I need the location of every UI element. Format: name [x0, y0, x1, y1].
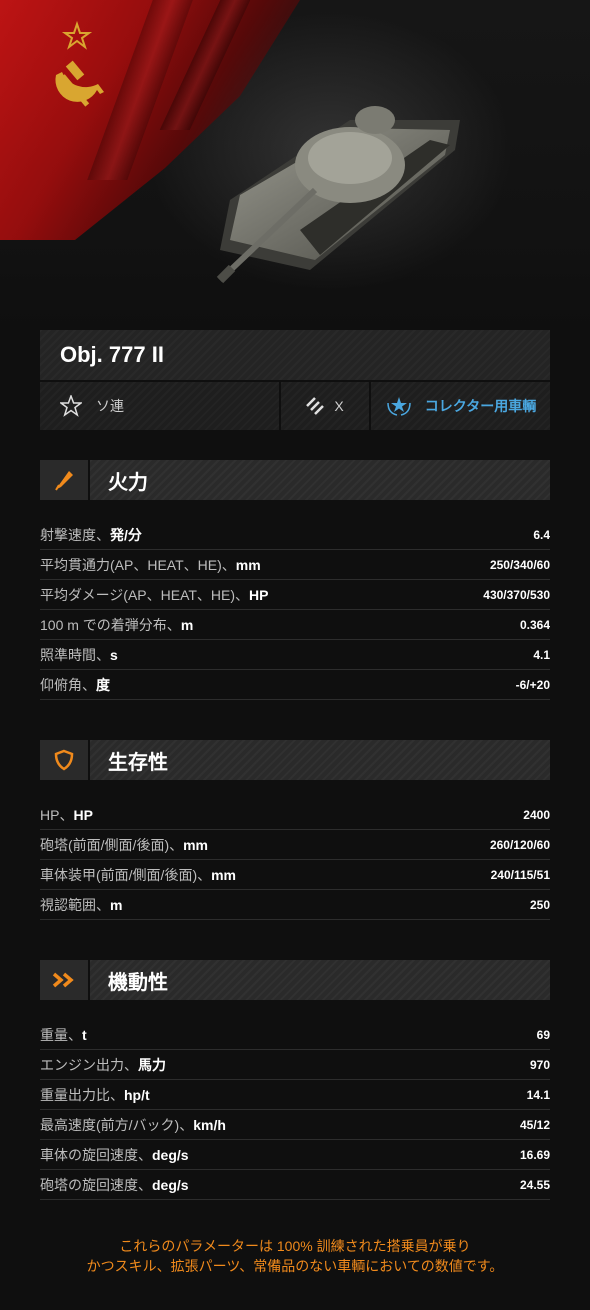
stat-row: 射撃速度、発/分 6.4 — [40, 520, 550, 550]
nation-label: ソ連 — [96, 398, 124, 414]
stat-row: 砲塔(前面/側面/後面)、mm 260/120/60 — [40, 830, 550, 860]
stat-row: 車体装甲(前面/側面/後面)、mm 240/115/51 — [40, 860, 550, 890]
section-firepower: 火力 射撃速度、発/分 6.4 平均貫通力(AP、HEAT、HE)、mm 250/3… — [40, 460, 550, 700]
section-title: 機動性 — [90, 960, 550, 1000]
vehicle-info-card: Obj. 777 II ソ連 X コレクター用車輌 — [40, 330, 550, 430]
vehicle-type-label: コレクター用車輌 — [424, 398, 537, 414]
stat-row: 重量、t 69 — [40, 1020, 550, 1050]
double-chevron-icon — [52, 972, 74, 988]
nation-cell: ソ連 — [40, 382, 279, 430]
stat-row: 視認範囲、m 250 — [40, 890, 550, 920]
firepower-icon — [55, 471, 73, 491]
vehicle-name: Obj. 777 II — [40, 330, 550, 380]
stat-row: 最高速度(前方/バック)、km/h 45/12 — [40, 1110, 550, 1140]
stat-row: HP、HP 2400 — [40, 800, 550, 830]
section-title: 火力 — [90, 460, 550, 500]
footnote-line-1: これらのパラメーターは 100% 訓練された搭乗員が乗り — [119, 1238, 471, 1254]
tier-label: X — [334, 398, 344, 414]
stat-row: 車体の旋回速度、deg/s 16.69 — [40, 1140, 550, 1170]
parameters-footnote: これらのパラメーターは 100% 訓練された搭乗員が乗り かつスキル、拡張パーツ… — [0, 1236, 590, 1276]
stat-row: 砲塔の旋回速度、deg/s 24.55 — [40, 1170, 550, 1200]
stat-row: エンジン出力、馬力 970 — [40, 1050, 550, 1080]
section-title: 生存性 — [90, 740, 550, 780]
stat-row: 平均貫通力(AP、HEAT、HE)、mm 250/340/60 — [40, 550, 550, 580]
collector-vehicle-icon — [387, 397, 411, 416]
stat-row: 平均ダメージ(AP、HEAT、HE)、HP 430/370/530 — [40, 580, 550, 610]
star-icon — [60, 395, 82, 417]
stat-row: 照準時間、s 4.1 — [40, 640, 550, 670]
footnote-line-2: かつスキル、拡張パーツ、常備品のない車輌においての数値です。 — [86, 1258, 504, 1274]
hero-image — [0, 0, 590, 330]
tier-cell: X — [281, 382, 369, 430]
section-mobility: 機動性 重量、t 69 エンジン出力、馬力 970 重量出力比、hp/t 14.1 最… — [40, 960, 550, 1200]
stat-row: 100 m での着弾分布、m 0.364 — [40, 610, 550, 640]
section-survivability: 生存性 HP、HP 2400 砲塔(前面/側面/後面)、mm 260/120/60 … — [40, 740, 550, 920]
hammer-sickle-icon — [55, 20, 104, 107]
stat-row: 重量出力比、hp/t 14.1 — [40, 1080, 550, 1110]
stat-row: 仰俯角、度 -6/+20 — [40, 670, 550, 700]
vehicle-meta-row: ソ連 X コレクター用車輌 — [40, 382, 550, 430]
shield-icon — [54, 749, 74, 771]
tank-image — [216, 106, 460, 284]
tier-stripes-icon — [306, 397, 325, 415]
vehicle-type-cell: コレクター用車輌 — [371, 382, 550, 430]
